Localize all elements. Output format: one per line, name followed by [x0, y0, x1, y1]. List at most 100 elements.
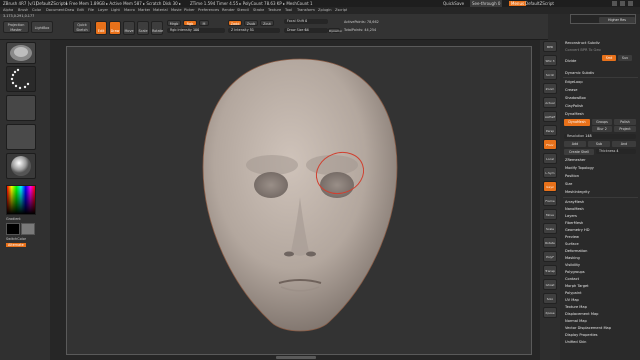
- alternate-button[interactable]: Alternate: [6, 243, 26, 247]
- project-toggle[interactable]: Project: [614, 126, 636, 132]
- menu-zscript[interactable]: Zscript: [335, 7, 347, 14]
- uv-map-button[interactable]: UV Map: [563, 297, 638, 303]
- secondary-color-swatch[interactable]: [21, 223, 35, 235]
- dynamic-subdiv-button[interactable]: Dynamic Subdiv: [563, 70, 638, 76]
- menu-transform[interactable]: Transform: [297, 7, 315, 14]
- zremesher-button[interactable]: ZRemesher: [563, 157, 638, 163]
- stroke-thumbnail[interactable]: [6, 66, 36, 92]
- local-icon[interactable]: Local: [543, 153, 557, 164]
- reconstruct-subdiv-button[interactable]: Reconstruct Subdiv: [563, 40, 638, 46]
- quick-sketch-button[interactable]: Quick Sketch: [73, 21, 91, 33]
- resolution-slider[interactable]: Resolution 148: [564, 134, 636, 139]
- persp-icon[interactable]: Persp: [543, 125, 557, 136]
- brush-thumbnail[interactable]: [6, 42, 36, 64]
- preview-button[interactable]: Preview: [563, 234, 638, 240]
- meshintegrity-button[interactable]: MeshIntegrity: [563, 189, 638, 195]
- crease-button[interactable]: Crease: [563, 87, 638, 93]
- menu-texture[interactable]: Texture: [268, 7, 281, 14]
- aahalf-icon[interactable]: AAHalf: [543, 111, 557, 122]
- layers-button[interactable]: Layers: [563, 213, 638, 219]
- claypolish-button[interactable]: ClayPolish: [563, 103, 638, 109]
- visibility-button[interactable]: Visibility: [563, 262, 638, 268]
- menu-brush[interactable]: Brush: [18, 7, 28, 14]
- menu-draw[interactable]: Draw: [65, 7, 74, 14]
- menus-button[interactable]: Menus: [509, 1, 527, 6]
- menu-stencil[interactable]: Stencil: [237, 7, 249, 14]
- higher-res-button[interactable]: Higher Res: [599, 17, 635, 23]
- menu-stroke[interactable]: Stroke: [253, 7, 264, 14]
- smt-toggle[interactable]: Smt: [602, 55, 616, 61]
- menu-edit[interactable]: Edit: [77, 7, 84, 14]
- default-zscript-button[interactable]: DefaultZScript: [525, 0, 554, 7]
- normal-map-button[interactable]: Normal Map: [563, 318, 638, 324]
- maximize-icon[interactable]: [620, 1, 625, 6]
- menu-movie[interactable]: Movie: [171, 7, 182, 14]
- menu-layer[interactable]: Layer: [98, 7, 108, 14]
- menu-marker[interactable]: Marker: [138, 7, 150, 14]
- texture-map-button[interactable]: Texture Map: [563, 304, 638, 310]
- menu-color[interactable]: Color: [32, 7, 41, 14]
- edit-button[interactable]: Edit: [95, 21, 107, 35]
- display-properties-button[interactable]: Display Properties: [563, 332, 638, 338]
- polygroups-button[interactable]: Polygroups: [563, 269, 638, 275]
- scroll-icon[interactable]: Scroll: [543, 69, 557, 80]
- z-intensity-slider[interactable]: Z Intensity 51: [228, 28, 280, 33]
- modify-topology-button[interactable]: Modify Topology: [563, 165, 638, 171]
- sculpt-model[interactable]: [67, 47, 533, 356]
- deformation-button[interactable]: Deformation: [563, 248, 638, 254]
- rotate-view-icon[interactable]: Rotate: [543, 237, 557, 248]
- spix-icon[interactable]: SPix 3: [543, 55, 557, 66]
- sub-button[interactable]: Sub: [588, 141, 610, 147]
- draw-size-slider[interactable]: Draw Size 64: [284, 28, 328, 33]
- gxyz-icon[interactable]: Gxyz: [543, 181, 557, 192]
- menu-zplugin[interactable]: Zplugin: [318, 7, 332, 14]
- menu-render[interactable]: Render: [222, 7, 235, 14]
- main-color-swatch[interactable]: [6, 223, 20, 235]
- ghost-icon[interactable]: Ghost: [543, 279, 557, 290]
- menu-alpha[interactable]: Alpha: [3, 7, 13, 14]
- move-button[interactable]: Move: [123, 21, 135, 35]
- add-button[interactable]: Add: [564, 141, 586, 147]
- surface-button[interactable]: Surface: [563, 241, 638, 247]
- arraymesh-button[interactable]: ArrayMesh: [563, 199, 638, 205]
- size-button[interactable]: Size: [563, 181, 638, 187]
- actual-icon[interactable]: Actual: [543, 97, 557, 108]
- scale-button[interactable]: Scale: [137, 21, 149, 35]
- transp-icon[interactable]: Transp: [543, 265, 557, 276]
- minimize-icon[interactable]: [612, 1, 617, 6]
- menu-light[interactable]: Light: [111, 7, 120, 14]
- menu-material[interactable]: Material: [153, 7, 168, 14]
- zcut-button[interactable]: Zcut: [260, 20, 274, 26]
- switch-color-button[interactable]: SwitchColor: [6, 237, 26, 241]
- menu-picker[interactable]: Picker: [184, 7, 195, 14]
- masking-button[interactable]: Masking: [563, 255, 638, 261]
- frame-icon[interactable]: Frame: [543, 195, 557, 206]
- m-button[interactable]: M: [199, 20, 209, 26]
- menu-preferences[interactable]: Preferences: [198, 7, 219, 14]
- quicksave-button[interactable]: QuickSave: [443, 0, 464, 7]
- unified-skin-button[interactable]: Unified Skin: [563, 339, 638, 345]
- viewport-scrollbar[interactable]: [276, 356, 316, 359]
- geometry-hd-button[interactable]: Geometry HD: [563, 227, 638, 233]
- rgb-intensity-slider[interactable]: Rgb Intensity 100: [167, 28, 225, 33]
- solo-icon[interactable]: Solo: [543, 293, 557, 304]
- polish-toggle[interactable]: Polish: [614, 119, 636, 125]
- create-shell-button[interactable]: Create Shell: [564, 149, 594, 155]
- scale-view-icon[interactable]: Scale: [543, 223, 557, 234]
- blur-slider[interactable]: Blur 2: [592, 126, 612, 132]
- shadowbox-button[interactable]: ShadowBox: [563, 95, 638, 101]
- menu-file[interactable]: File: [88, 7, 94, 14]
- lsym-icon[interactable]: L.Sym: [543, 167, 557, 178]
- zadd-button[interactable]: Zadd: [228, 20, 242, 26]
- contact-button[interactable]: Contact: [563, 276, 638, 282]
- polypaint-button[interactable]: Polypaint: [563, 290, 638, 296]
- thickness-slider[interactable]: Thickness 4: [596, 149, 636, 154]
- vector-displacement-map-button[interactable]: Vector Displacement Map: [563, 325, 638, 331]
- rotate-button[interactable]: Rotate: [151, 21, 163, 35]
- zoom-icon[interactable]: Zoom: [543, 83, 557, 94]
- xpose-icon[interactable]: Xpose: [543, 307, 557, 318]
- close-icon[interactable]: [628, 1, 633, 6]
- head-mesh[interactable]: [202, 58, 398, 332]
- alpha-thumbnail[interactable]: [6, 95, 36, 121]
- floor-icon[interactable]: Floor: [543, 139, 557, 150]
